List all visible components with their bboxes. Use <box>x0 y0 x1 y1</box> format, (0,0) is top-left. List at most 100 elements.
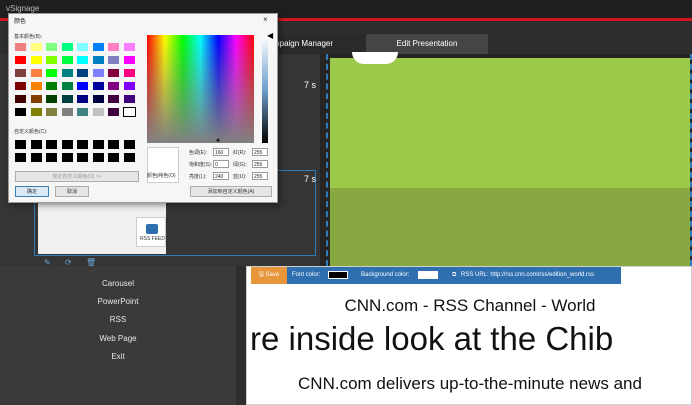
basic-color-swatch[interactable] <box>46 82 57 90</box>
basic-color-swatch[interactable] <box>92 69 104 77</box>
menu-item-web-page[interactable]: Web Page <box>0 334 236 343</box>
custom-color-slot[interactable] <box>77 153 88 162</box>
menu-item-carousel[interactable]: Carousel <box>0 279 236 288</box>
basic-color-swatch[interactable] <box>46 43 57 51</box>
basic-color-swatch[interactable] <box>46 108 57 116</box>
menu-item-exit[interactable]: Exit <box>0 352 236 361</box>
basic-color-swatch[interactable] <box>108 56 119 64</box>
basic-color-swatch[interactable] <box>77 108 88 116</box>
luminance-arrow-icon[interactable]: ◀ <box>267 31 273 40</box>
custom-color-slot[interactable] <box>46 140 57 149</box>
basic-color-swatch[interactable] <box>61 82 73 90</box>
luminance-input[interactable]: 240 <box>213 172 229 180</box>
basic-color-swatch[interactable] <box>15 95 26 103</box>
basic-color-swatch[interactable] <box>108 69 119 77</box>
basic-color-swatch[interactable] <box>61 108 73 116</box>
app-title: vSignage <box>6 4 40 13</box>
basic-color-swatch[interactable] <box>61 56 73 64</box>
add-to-custom-colors-button[interactable]: 添加到自定义颜色(A) <box>190 186 272 197</box>
basic-color-swatch[interactable] <box>61 95 73 103</box>
basic-color-swatch[interactable] <box>46 69 57 77</box>
basic-color-swatch[interactable] <box>123 56 135 64</box>
slide-duration: 7 s <box>304 80 317 90</box>
custom-color-slot[interactable] <box>108 153 119 162</box>
define-custom-colors-button[interactable]: 规定自定义颜色(D) >> <box>15 171 139 182</box>
basic-color-swatch[interactable] <box>77 56 88 64</box>
rss-channel-title: CNN.com - RSS Channel - World <box>344 296 596 315</box>
custom-color-slot[interactable] <box>92 153 104 162</box>
custom-color-slot[interactable] <box>61 140 73 149</box>
save-label: Save <box>265 272 280 278</box>
red-input[interactable]: 255 <box>252 148 268 156</box>
basic-color-swatch[interactable] <box>77 43 88 51</box>
basic-color-swatch[interactable] <box>77 82 88 90</box>
basic-color-swatch[interactable] <box>77 95 88 103</box>
basic-color-swatch[interactable] <box>122 107 136 117</box>
basic-color-swatch[interactable] <box>30 82 42 90</box>
basic-color-swatch[interactable] <box>108 82 119 90</box>
basic-color-swatch[interactable] <box>30 43 42 51</box>
basic-color-swatch[interactable] <box>46 56 57 64</box>
basic-color-swatch[interactable] <box>15 43 26 51</box>
basic-color-swatch[interactable] <box>30 69 42 77</box>
slide-type-menu: Carousel PowerPoint RSS Web Page Exit <box>0 266 236 405</box>
basic-color-swatch[interactable] <box>15 108 26 116</box>
rss-url-label[interactable]: RSS URL: http://rss.cnn.com/rss/edition_… <box>461 267 594 284</box>
close-icon[interactable]: × <box>263 15 268 24</box>
tab-edit-presentation[interactable]: Edit Presentation <box>366 34 488 54</box>
blue-label: 蓝(U): <box>233 174 247 180</box>
basic-color-swatch[interactable] <box>15 69 26 77</box>
custom-colors-label: 自定义颜色(C): <box>14 129 48 135</box>
slide-preview-border <box>326 54 692 266</box>
custom-color-slot[interactable] <box>77 140 88 149</box>
custom-color-slot[interactable] <box>15 140 26 149</box>
basic-color-swatch[interactable] <box>61 69 73 77</box>
basic-color-swatch[interactable] <box>15 56 26 64</box>
menu-item-rss[interactable]: RSS <box>0 315 236 324</box>
basic-color-swatch[interactable] <box>123 43 135 51</box>
font-color-label: Font color: <box>292 272 321 278</box>
cancel-button[interactable]: 取消 <box>55 186 89 197</box>
custom-color-slot[interactable] <box>61 153 73 162</box>
basic-color-swatch[interactable] <box>123 95 135 103</box>
background-color-swatch[interactable] <box>418 271 438 279</box>
font-color-swatch[interactable] <box>328 271 348 279</box>
basic-color-swatch[interactable] <box>108 95 119 103</box>
basic-color-swatch[interactable] <box>92 95 104 103</box>
basic-color-swatch[interactable] <box>30 108 42 116</box>
saturation-input[interactable]: 0 <box>213 160 229 168</box>
basic-color-swatch[interactable] <box>15 82 26 90</box>
basic-color-swatch[interactable] <box>46 95 57 103</box>
green-input[interactable]: 255 <box>252 160 268 168</box>
custom-color-slot[interactable] <box>123 153 135 162</box>
basic-color-swatch[interactable] <box>92 56 104 64</box>
basic-color-swatch[interactable] <box>108 43 119 51</box>
basic-color-swatch[interactable] <box>92 108 104 116</box>
menu-item-powerpoint[interactable]: PowerPoint <box>0 297 236 306</box>
hue-input[interactable]: 160 <box>213 148 229 156</box>
custom-color-slot[interactable] <box>30 140 42 149</box>
custom-color-slot[interactable] <box>15 153 26 162</box>
save-button[interactable]: 🖫 Save <box>251 267 287 284</box>
basic-color-swatch[interactable] <box>92 82 104 90</box>
basic-color-swatch[interactable] <box>30 56 42 64</box>
basic-color-swatch[interactable] <box>123 82 135 90</box>
luminance-label: 亮度(L): <box>189 174 207 180</box>
custom-color-slot[interactable] <box>123 140 135 149</box>
basic-color-swatch[interactable] <box>92 43 104 51</box>
blue-input[interactable]: 255 <box>252 172 268 180</box>
basic-color-swatch[interactable] <box>61 43 73 51</box>
basic-color-swatch[interactable] <box>77 69 88 77</box>
luminance-slider[interactable] <box>262 35 268 143</box>
basic-color-swatch[interactable] <box>123 69 135 77</box>
color-spectrum[interactable] <box>147 35 254 143</box>
custom-color-slot[interactable] <box>30 153 42 162</box>
rss-description: CNN.com delivers up-to-the-minute news a… <box>298 374 642 393</box>
basic-colors-label: 基本颜色(B): <box>14 34 43 40</box>
custom-color-slot[interactable] <box>108 140 119 149</box>
custom-color-slot[interactable] <box>92 140 104 149</box>
basic-color-swatch[interactable] <box>30 95 42 103</box>
basic-color-swatch[interactable] <box>108 108 119 116</box>
ok-button[interactable]: 确定 <box>15 186 49 197</box>
custom-color-slot[interactable] <box>46 153 57 162</box>
